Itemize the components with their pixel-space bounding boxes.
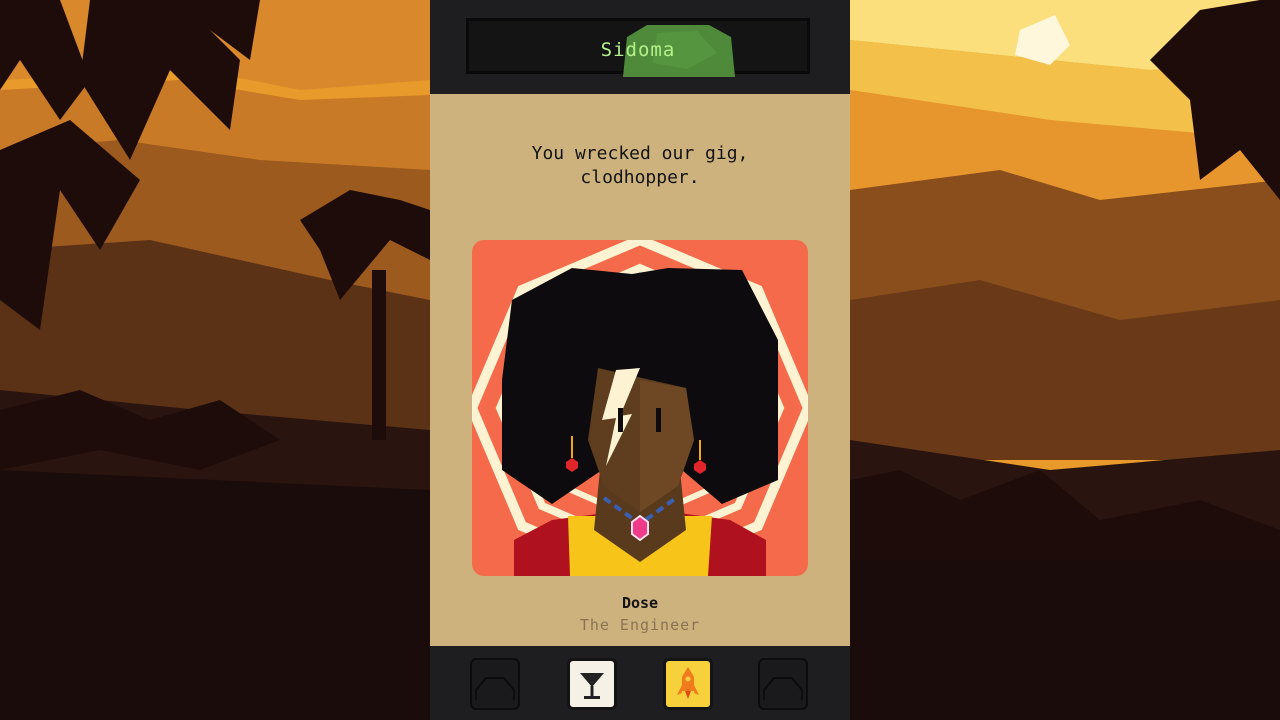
card-panel: Sidoma You wrecked our gig, clodhopper. bbox=[430, 0, 850, 720]
inventory-slot-rocket[interactable] bbox=[663, 658, 713, 710]
character-name: Dose bbox=[621, 594, 659, 612]
empty-slot-icon bbox=[475, 677, 515, 700]
inventory-slot-empty[interactable] bbox=[758, 658, 808, 710]
character-role: The Engineer bbox=[579, 616, 701, 634]
cocktail-glass-icon bbox=[580, 673, 604, 699]
rocket-icon bbox=[677, 667, 699, 699]
location-header: Sidoma bbox=[430, 0, 850, 94]
location-name: Sidoma bbox=[600, 39, 676, 61]
inventory-bar bbox=[430, 646, 850, 720]
location-banner: Sidoma bbox=[466, 18, 810, 77]
dialogue-card[interactable]: You wrecked our gig, clodhopper. Dose Th… bbox=[430, 94, 850, 646]
dialogue-text: You wrecked our gig, clodhopper. bbox=[531, 143, 749, 188]
inventory-slot-cocktail[interactable] bbox=[567, 658, 617, 710]
inventory-slot-empty[interactable] bbox=[470, 658, 520, 710]
character-portrait bbox=[472, 240, 808, 576]
empty-slot-icon bbox=[763, 677, 803, 700]
